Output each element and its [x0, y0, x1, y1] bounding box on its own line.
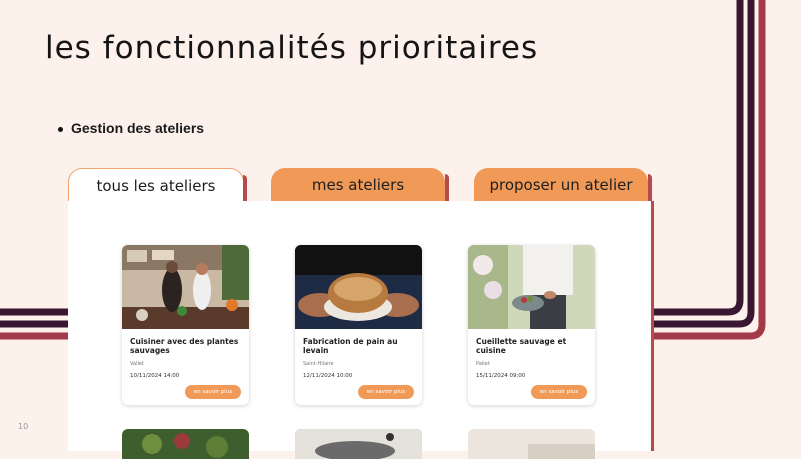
card-title: Cueillette sauvage et cuisine — [476, 337, 567, 355]
learn-more-button[interactable]: en savoir plus — [531, 385, 587, 399]
bullet-item: Gestion des ateliers — [58, 120, 204, 136]
learn-more-button[interactable]: en savoir plus — [358, 385, 414, 399]
cooking-photo — [122, 245, 249, 329]
tab-propose-workshop[interactable]: proposer un atelier — [474, 168, 652, 202]
card-location: Vallet — [130, 361, 144, 367]
tab-my-workshops[interactable]: mes ateliers — [271, 168, 449, 202]
slide-title: les fonctionnalités prioritaires — [45, 30, 539, 66]
panel-edge — [651, 201, 654, 451]
card-title: Fabrication de pain au levain — [303, 337, 398, 355]
table-photo — [468, 429, 595, 459]
foraging-photo — [468, 245, 595, 329]
page-number: 10 — [18, 422, 29, 431]
tab-shadow — [648, 174, 652, 202]
workshop-card[interactable]: Fabrication de pain au levain Saint-Hila… — [295, 245, 422, 405]
card-date: 10/11/2024 14:00 — [130, 373, 180, 379]
plants-photo — [142, 433, 228, 458]
tab-label: tous les ateliers — [96, 176, 216, 195]
learn-more-button[interactable]: en savoir plus — [185, 385, 241, 399]
card-location: Pallet — [476, 361, 490, 367]
tab-shadow — [445, 174, 449, 202]
tools-photo — [295, 429, 422, 459]
card-date: 12/11/2024 10:00 — [303, 373, 353, 379]
workshop-card-partial[interactable] — [295, 429, 422, 459]
tab-label: mes ateliers — [311, 176, 405, 194]
workshop-card[interactable]: Cueillette sauvage et cuisine Pallet 15/… — [468, 245, 595, 405]
card-date: 15/11/2024 09:00 — [476, 373, 526, 379]
bullet-dot-icon — [58, 126, 63, 132]
bread-photo — [295, 245, 422, 329]
workshop-card-partial[interactable] — [122, 429, 249, 459]
tab-shadow — [243, 175, 247, 203]
tab-label: proposer un atelier — [489, 176, 633, 194]
workshop-card-partial[interactable] — [468, 429, 595, 459]
card-location: Saint-Hilaire — [303, 361, 334, 367]
tab-all-workshops[interactable]: tous les ateliers — [68, 168, 247, 203]
bullet-text: Gestion des ateliers — [71, 120, 205, 136]
workshop-card[interactable]: Cuisiner avec des plantes sauvages Valle… — [122, 245, 249, 405]
card-title: Cuisiner avec des plantes sauvages — [130, 337, 239, 355]
